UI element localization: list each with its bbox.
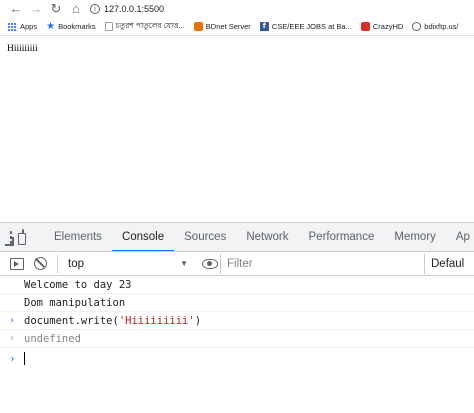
input-text: document.write('Hiiiiiiiii') (24, 315, 201, 327)
page-text: Hiiiiiiiii (7, 44, 38, 54)
code-fn: document.write( (24, 314, 119, 327)
text-cursor (24, 351, 25, 365)
bookmark-apps[interactable]: Apps (8, 22, 37, 31)
bookmark-label: Apps (20, 22, 38, 31)
bookmark-bdixftp[interactable]: bdixftp.us/ (412, 22, 458, 31)
console-output: Welcome to day 23 Dom manipulation › doc… (0, 276, 474, 368)
address-bar[interactable]: i 127.0.0.1:5500 (90, 1, 164, 16)
log-text: Welcome to day 23 (24, 278, 132, 291)
star-icon: ★ (46, 21, 56, 32)
device-toolbar-icon[interactable] (18, 229, 26, 245)
facebook-icon: f (259, 22, 269, 31)
console-message: Welcome to day 23 (0, 276, 474, 294)
bookmark-bdnet-server[interactable]: BDnet Server (193, 22, 251, 31)
console-result: ‹ undefined (0, 330, 474, 348)
bookmark-crazyhd[interactable]: CrazyHD (360, 22, 404, 31)
log-levels-dropdown[interactable]: Defaul (424, 253, 464, 274)
home-icon[interactable]: ⌂ (68, 1, 84, 17)
url-text[interactable]: 127.0.0.1:5500 (104, 4, 164, 14)
log-text: Dom manipulation (24, 296, 126, 309)
divider (57, 254, 58, 273)
live-expression-eye-icon[interactable] (202, 258, 218, 269)
result-chevron-icon: ‹ (9, 333, 16, 344)
tab-performance[interactable]: Performance (299, 223, 385, 251)
bookmark-label: BDnet Server (205, 22, 251, 31)
filter-input[interactable]: Filter (220, 253, 424, 274)
bookmark-label: চতুরশ পাতুলের যোত্ত... (115, 20, 185, 30)
context-value: top (68, 257, 84, 270)
browser-toolbar: ← → ↻ ⌂ i 127.0.0.1:5500 (0, 0, 474, 17)
dropdown-caret-icon: ▼ (180, 259, 188, 268)
clear-console-icon[interactable] (34, 257, 47, 270)
console-input-echo: › document.write('Hiiiiiiiii') (0, 312, 474, 330)
reload-icon[interactable]: ↻ (48, 1, 64, 17)
tab-memory[interactable]: Memory (384, 223, 446, 251)
apps-icon (8, 22, 16, 31)
bdnet-icon (193, 22, 203, 31)
context-selector[interactable]: top ▼ (64, 254, 192, 274)
show-sidebar-icon[interactable] (10, 257, 24, 270)
tab-network[interactable]: Network (236, 223, 298, 251)
inspect-element-icon[interactable] (10, 230, 12, 244)
console-prompt[interactable]: › (0, 348, 474, 368)
bookmarks-bar: Apps ★ Bookmarks চতুরশ পাতুলের যোত্ত... … (0, 18, 474, 36)
bookmark-label: CrazyHD (372, 22, 404, 31)
document-icon (104, 22, 113, 31)
result-text: undefined (24, 332, 81, 345)
bookmark-label: CSE/EEE JOBS at Ba... (271, 22, 352, 31)
input-chevron-icon: › (9, 315, 16, 326)
prompt-chevron-icon: › (9, 351, 16, 365)
globe-icon (412, 22, 422, 31)
tab-sources[interactable]: Sources (174, 223, 236, 251)
bookmark-bengali-page[interactable]: চতুরশ পাতুলের যোত্ত... (104, 20, 185, 33)
bookmark-cse-jobs[interactable]: f CSE/EEE JOBS at Ba... (259, 22, 352, 31)
console-toolbar: top ▼ Filter Defaul (0, 252, 474, 276)
back-arrow-icon[interactable]: ← (8, 1, 24, 17)
console-message: Dom manipulation (0, 294, 474, 312)
devtools-tabbar: Elements Console Sources Network Perform… (0, 223, 474, 252)
devtools-panel: Elements Console Sources Network Perform… (0, 222, 474, 413)
tab-elements[interactable]: Elements (44, 223, 112, 251)
forward-arrow-icon[interactable]: → (28, 1, 44, 17)
bookmark-label: bdixftp.us/ (424, 22, 459, 31)
page-viewport: Hiiiiiiiii (0, 37, 474, 222)
tab-console[interactable]: Console (111, 223, 175, 251)
crazyhd-icon (360, 22, 370, 31)
code-paren: ) (194, 314, 202, 327)
tab-application[interactable]: Ap (446, 223, 474, 251)
bookmark-label: Bookmarks (58, 22, 96, 31)
bookmark-bookmarks[interactable]: ★ Bookmarks (46, 21, 96, 32)
info-icon[interactable]: i (90, 3, 100, 14)
code-string: 'Hiiiiiiiii' (118, 314, 195, 327)
